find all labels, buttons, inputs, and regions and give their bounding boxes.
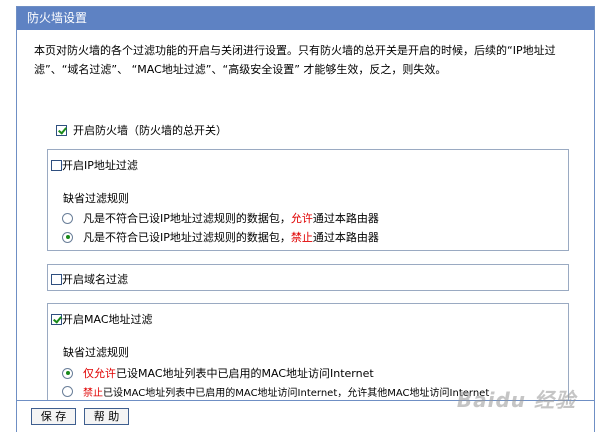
ip-rule-deny-option[interactable]: 凡是不符合已设IP地址过滤规则的数据包， 禁止 通过本路由器: [62, 229, 379, 245]
mac-filter-row: 开启MAC地址过滤: [51, 311, 153, 327]
ip-filter-group: 开启IP地址过滤 缺省过滤规则 凡是不符合已设IP地址过滤规则的数据包， 允许 通过…: [47, 149, 569, 251]
domain-filter-checkbox[interactable]: [51, 273, 62, 285]
mac-rule-allow-radio[interactable]: [62, 367, 73, 379]
ip-rule-allow-option[interactable]: 凡是不符合已设IP地址过滤规则的数据包， 允许 通过本路由器: [62, 210, 379, 226]
allow-highlight: 允许: [290, 212, 313, 225]
only-allow-highlight: 仅允许: [83, 367, 116, 380]
help-button[interactable]: 帮 助: [84, 408, 129, 425]
firewall-master-label: 开启防火墙（防火墙的总开关）: [73, 124, 227, 137]
firewall-settings-panel: 防火墙设置 本页对防火墙的各个过滤功能的开启与关闭进行设置。只有防火墙的总开关是…: [16, 6, 595, 432]
baidu-watermark: Baidu 经验: [456, 388, 576, 412]
save-button[interactable]: 保 存: [31, 408, 76, 425]
domain-filter-row: 开启域名过滤: [51, 271, 128, 287]
firewall-master-checkbox[interactable]: [56, 124, 67, 136]
mac-deny-highlight: 禁止: [83, 388, 103, 399]
mac-filter-checkbox[interactable]: [51, 313, 62, 325]
mac-filter-label: 开启MAC地址过滤: [62, 313, 153, 326]
deny-highlight: 禁止: [290, 231, 313, 244]
mac-default-rule-label: 缺省过滤规则: [63, 346, 129, 359]
page-description: 本页对防火墙的各个过滤功能的开启与关闭进行设置。只有防火墙的总开关是开启的时候，…: [34, 44, 556, 76]
ip-rule-deny-radio[interactable]: [62, 231, 73, 243]
firewall-master-row: 开启防火墙（防火墙的总开关）: [56, 122, 227, 138]
ip-rule-allow-radio[interactable]: [62, 212, 73, 224]
mac-rule-deny-option[interactable]: 禁止 已设MAC地址列表中已启用的MAC地址访问Internet，允许其他MAC地…: [62, 384, 489, 399]
domain-filter-group: 开启域名过滤: [47, 264, 569, 291]
ip-filter-checkbox[interactable]: [51, 159, 62, 171]
ip-filter-row: 开启IP地址过滤: [51, 157, 138, 173]
ip-filter-label: 开启IP地址过滤: [62, 159, 138, 172]
ip-default-rule-label: 缺省过滤规则: [63, 192, 129, 205]
domain-filter-label: 开启域名过滤: [62, 273, 128, 286]
settings-content: 本页对防火墙的各个过滤功能的开启与关闭进行设置。只有防火墙的总开关是开启的时候，…: [17, 30, 594, 401]
mac-rule-allow-option[interactable]: 仅允许 已设MAC地址列表中已启用的MAC地址访问Internet: [62, 365, 374, 381]
panel-title: 防火墙设置: [17, 7, 594, 30]
mac-rule-deny-radio[interactable]: [62, 386, 73, 397]
